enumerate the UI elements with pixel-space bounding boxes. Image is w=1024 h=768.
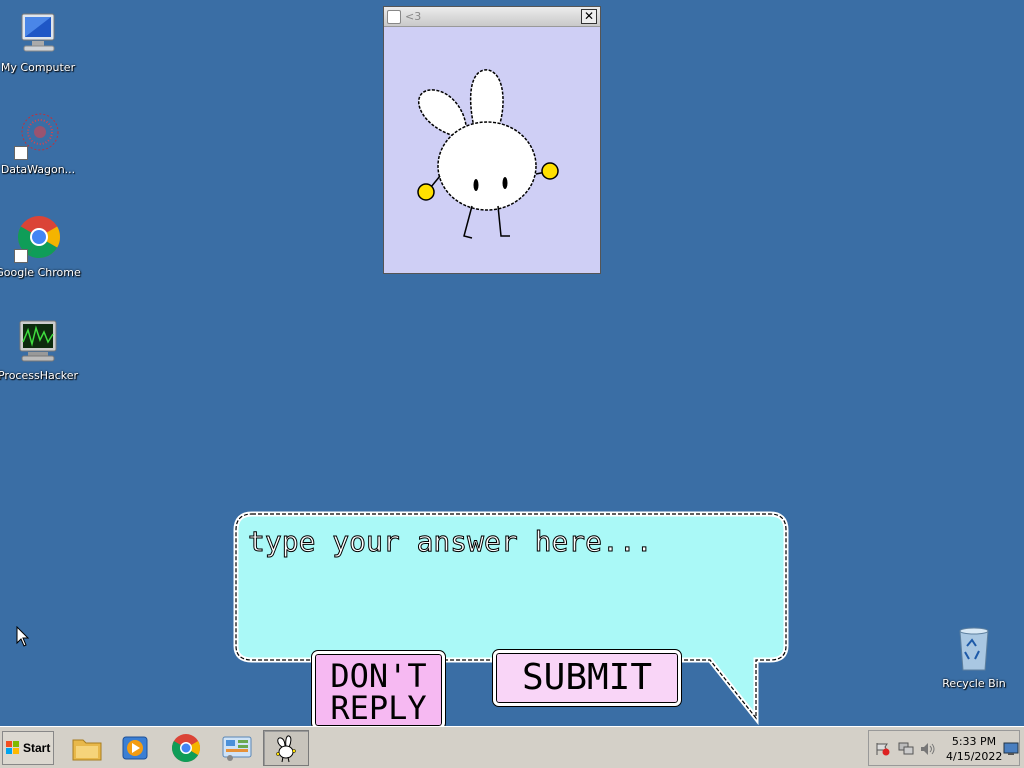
desktop-icon-label: My Computer <box>0 61 76 74</box>
clock[interactable]: 5:33 PM 4/15/2022 <box>946 734 1002 764</box>
desktop-icon-processhacker[interactable]: ProcessHacker <box>0 318 78 382</box>
desktop-icon-my-computer[interactable]: My Computer <box>0 10 78 74</box>
dont-reply-button[interactable]: DON'T REPLY <box>312 651 445 729</box>
desktop-icon-label: ProcessHacker <box>0 369 79 382</box>
taskbar-chrome-button[interactable] <box>163 730 209 766</box>
action-center-flag-icon[interactable] <box>875 742 891 756</box>
taskbar: Start 5:33 PM 4/15/2022 <box>0 726 1024 768</box>
taskbar-media-player-button[interactable] <box>112 730 158 766</box>
bunny-canvas <box>384 28 600 273</box>
bunny-illustration <box>417 69 559 239</box>
media-player-icon <box>122 736 148 760</box>
desktop-icon-chrome[interactable]: Google Chrome <box>0 215 81 279</box>
desktop-icon-recycle-bin[interactable]: Recycle Bin <box>934 626 1014 690</box>
submit-button[interactable]: SUBMIT <box>493 650 681 706</box>
recycle-bin-icon <box>950 626 998 674</box>
computer-icon <box>14 10 62 58</box>
taskbar-bunny-button[interactable] <box>263 730 309 766</box>
answer-input[interactable] <box>248 525 768 645</box>
windows-flag-icon <box>6 741 19 754</box>
taskbar-explorer-button[interactable] <box>64 730 110 766</box>
chrome-icon <box>172 734 200 762</box>
bunny-window[interactable]: <3 ✕ <box>383 6 601 274</box>
shortcut-arrow-icon <box>14 146 28 160</box>
desktop-icon-label: Google Chrome <box>0 266 81 279</box>
window-titlebar[interactable]: <3 <box>384 7 600 27</box>
window-title: <3 <box>405 10 422 23</box>
start-label: Start <box>23 741 51 755</box>
desktop-icon-label: Recycle Bin <box>942 677 1006 690</box>
desktop-icon-datawagon[interactable]: DataWagon... <box>0 112 78 176</box>
control-panel-icon <box>222 736 252 761</box>
datawagon-icon <box>14 112 62 160</box>
start-button[interactable]: Start <box>2 731 54 765</box>
volume-icon[interactable] <box>920 742 936 756</box>
folder-icon <box>72 739 102 761</box>
show-desktop-icon[interactable] <box>1003 742 1019 756</box>
desktop-icon-label: DataWagon... <box>0 163 76 176</box>
network-icon[interactable] <box>898 742 914 756</box>
clock-time: 5:33 PM <box>951 735 997 748</box>
system-tray: 5:33 PM 4/15/2022 <box>868 730 1020 766</box>
bunny-icon <box>276 735 296 763</box>
bunny-app-icon <box>387 9 401 24</box>
processhacker-icon <box>14 318 62 366</box>
mouse-cursor-icon <box>16 626 30 647</box>
chrome-icon <box>14 215 62 263</box>
clock-date: 4/15/2022 <box>946 750 1003 763</box>
window-close-button[interactable]: ✕ <box>581 9 597 24</box>
taskbar-control-panel-button[interactable] <box>214 730 260 766</box>
shortcut-arrow-icon <box>14 249 28 263</box>
